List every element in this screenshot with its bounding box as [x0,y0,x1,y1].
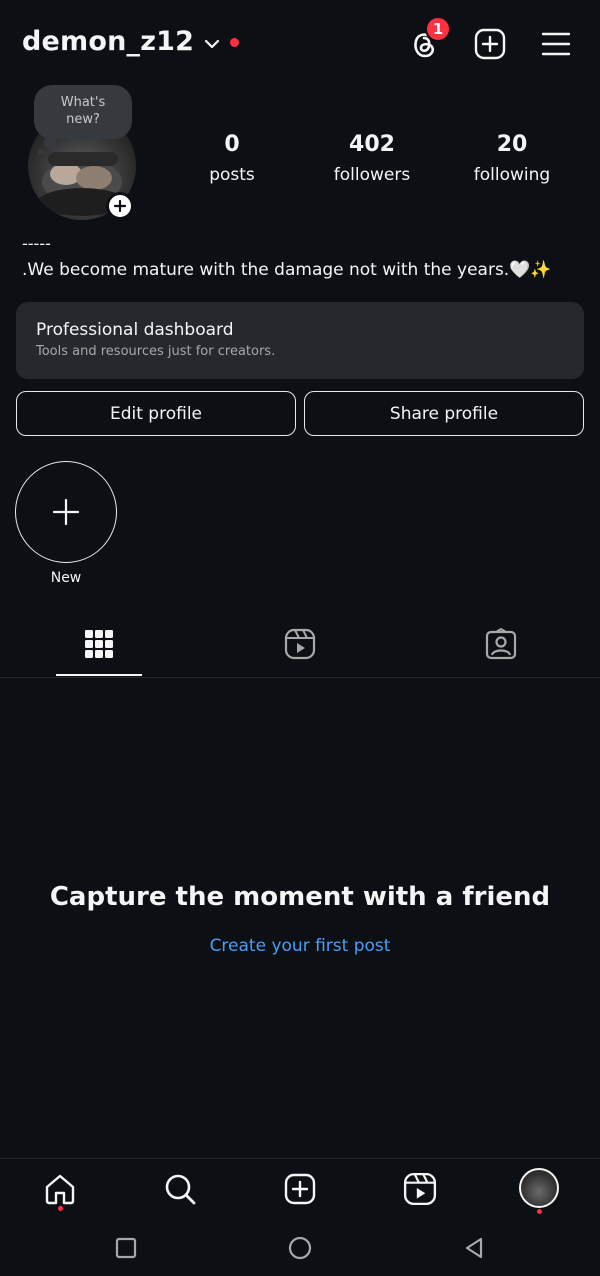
home-icon [45,1174,75,1205]
empty-state-title: Capture the moment with a friend [49,882,551,912]
profile-avatar [519,1168,559,1208]
share-profile-button[interactable]: Share profile [304,391,584,436]
tabs-divider [0,677,600,678]
stat-followers[interactable]: 402 followers [312,130,432,188]
following-label: following [473,165,551,185]
username[interactable]: demon_z12 [22,26,194,57]
posts-count: 0 [224,132,240,157]
system-home-button[interactable] [286,1234,314,1262]
professional-dashboard[interactable]: Professional dashboard Tools and resourc… [16,302,584,379]
stat-posts[interactable]: 0 posts [172,130,292,188]
note-tail [44,137,56,149]
create-first-post-link[interactable]: Create your first post [0,936,600,956]
square-icon [115,1237,137,1259]
nav-search[interactable] [160,1169,200,1209]
back-triangle-icon [465,1237,483,1259]
grid-icon [85,630,113,658]
system-navigation [0,1220,600,1276]
nav-reels[interactable] [400,1169,440,1209]
followers-count: 402 [349,132,395,157]
bio-line-1: ----- [22,234,51,253]
menu-icon[interactable] [538,26,574,62]
posts-label: posts [209,165,255,185]
note-bubble[interactable]: What's new? [34,85,132,139]
dashboard-title: Professional dashboard [36,320,234,340]
edit-profile-button[interactable]: Edit profile [16,391,296,436]
add-story-button[interactable] [106,192,134,220]
new-highlight-button[interactable] [15,461,117,563]
profile-screen: demon_z12 1 What's new? 0 posts 402 foll… [0,0,600,1276]
circle-icon [288,1236,312,1260]
profile-notification-dot [537,1209,542,1214]
nav-profile[interactable] [519,1168,559,1208]
search-icon [165,1174,196,1205]
reels-icon [284,628,316,660]
threads-badge: 1 [425,16,451,42]
stat-following[interactable]: 20 following [452,130,572,188]
new-highlight-label: New [50,570,82,586]
bio-line-2: .We become mature with the damage not wi… [22,260,552,280]
followers-label: followers [333,165,411,185]
active-tab-indicator [56,674,142,676]
tab-grid[interactable] [79,624,119,664]
bottom-navigation [0,1158,600,1220]
following-count: 20 [496,132,528,157]
add-square-icon[interactable] [472,26,508,62]
top-bar: demon_z12 1 [0,0,600,90]
home-notification-dot [58,1206,63,1211]
note-tail-small [38,149,44,155]
note-text-line2: new? [66,112,100,127]
chevron-down-icon[interactable] [204,38,220,50]
nav-create[interactable] [280,1169,320,1209]
reels-icon [403,1172,437,1206]
dashboard-subtitle: Tools and resources just for creators. [36,344,276,359]
notification-dot [230,38,240,47]
recent-apps-button[interactable] [112,1234,140,1262]
plus-icon [113,199,127,213]
plus-icon [52,498,80,526]
nav-home[interactable] [40,1169,80,1209]
account-switcher[interactable]: demon_z12 [22,26,240,57]
tagged-icon [485,628,517,660]
tab-reels[interactable] [280,624,320,664]
tab-tagged[interactable] [481,624,521,664]
add-icon [284,1173,316,1205]
note-text-line1: What's [60,95,106,110]
system-back-button[interactable] [460,1234,488,1262]
